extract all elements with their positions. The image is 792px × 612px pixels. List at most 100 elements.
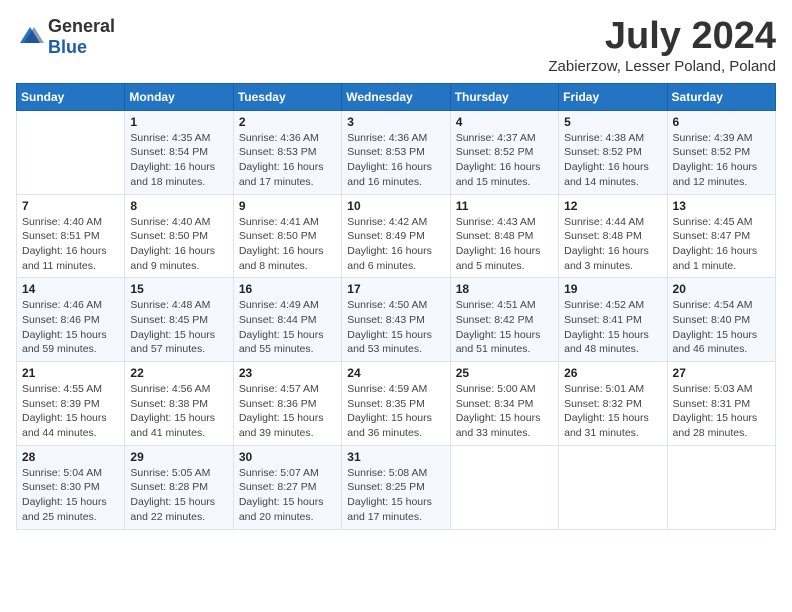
calendar-week-row: 7 Sunrise: 4:40 AM Sunset: 8:51 PM Daylig…	[17, 194, 776, 278]
calendar-cell: 3Sunrise: 4:36 AM Sunset: 8:53 PM Daylig…	[342, 110, 450, 194]
day-number: 28	[22, 450, 119, 464]
calendar-cell: 6Sunrise: 4:39 AM Sunset: 8:52 PM Daylig…	[667, 110, 775, 194]
calendar-cell: 9 Sunrise: 4:41 AM Sunset: 8:50 PM Daylig…	[233, 194, 341, 278]
calendar-cell: 5Sunrise: 4:38 AM Sunset: 8:52 PM Daylig…	[559, 110, 667, 194]
day-header-thursday: Thursday	[450, 83, 558, 110]
calendar-cell: 14Sunrise: 4:46 AM Sunset: 8:46 PM Dayli…	[17, 278, 125, 362]
calendar-cell: 10Sunrise: 4:42 AM Sunset: 8:49 PM Dayli…	[342, 194, 450, 278]
calendar-cell: 13 Sunrise: 4:45 AM Sunset: 8:47 PM Dayli…	[667, 194, 775, 278]
day-number: 13	[673, 199, 770, 213]
day-info: Sunrise: 4:36 AM Sunset: 8:53 PM Dayligh…	[347, 131, 444, 190]
day-number: 1	[130, 115, 227, 129]
calendar-cell: 11 Sunrise: 4:43 AM Sunset: 8:48 PM Dayli…	[450, 194, 558, 278]
day-info: Sunrise: 5:03 AM Sunset: 8:31 PM Dayligh…	[673, 382, 770, 441]
day-number: 11	[456, 199, 553, 213]
day-number: 16	[239, 282, 336, 296]
day-number: 26	[564, 366, 661, 380]
day-info: Sunrise: 4:59 AM Sunset: 8:35 PM Dayligh…	[347, 382, 444, 441]
day-header-friday: Friday	[559, 83, 667, 110]
calendar-cell: 4Sunrise: 4:37 AM Sunset: 8:52 PM Daylig…	[450, 110, 558, 194]
day-info: Sunrise: 4:38 AM Sunset: 8:52 PM Dayligh…	[564, 131, 661, 190]
calendar-cell: 24 Sunrise: 4:59 AM Sunset: 8:35 PM Dayli…	[342, 362, 450, 446]
logo-text: General Blue	[48, 16, 115, 58]
logo-general: General	[48, 16, 115, 36]
day-number: 31	[347, 450, 444, 464]
calendar-cell: 19Sunrise: 4:52 AM Sunset: 8:41 PM Dayli…	[559, 278, 667, 362]
day-header-monday: Monday	[125, 83, 233, 110]
day-number: 8	[130, 199, 227, 213]
calendar-cell	[559, 445, 667, 529]
day-number: 29	[130, 450, 227, 464]
day-number: 24	[347, 366, 444, 380]
day-info: Sunrise: 5:07 AM Sunset: 8:27 PM Dayligh…	[239, 466, 336, 525]
day-number: 9	[239, 199, 336, 213]
calendar-cell: 26 Sunrise: 5:01 AM Sunset: 8:32 PM Dayli…	[559, 362, 667, 446]
day-header-tuesday: Tuesday	[233, 83, 341, 110]
day-number: 7	[22, 199, 119, 213]
day-info: Sunrise: 4:43 AM Sunset: 8:48 PM Dayligh…	[456, 215, 553, 274]
calendar-cell	[17, 110, 125, 194]
calendar-cell: 23 Sunrise: 4:57 AM Sunset: 8:36 PM Dayli…	[233, 362, 341, 446]
day-number: 2	[239, 115, 336, 129]
calendar-cell	[450, 445, 558, 529]
title-section: July 2024 Zabierzow, Lesser Poland, Pola…	[548, 16, 776, 75]
day-info: Sunrise: 4:48 AM Sunset: 8:45 PM Dayligh…	[130, 298, 227, 357]
day-number: 10	[347, 199, 444, 213]
logo-icon	[16, 23, 44, 51]
logo-blue: Blue	[48, 37, 87, 57]
day-info: Sunrise: 4:55 AM Sunset: 8:39 PM Dayligh…	[22, 382, 119, 441]
day-info: Sunrise: 4:41 AM Sunset: 8:50 PM Dayligh…	[239, 215, 336, 274]
day-number: 30	[239, 450, 336, 464]
day-info: Sunrise: 4:51 AM Sunset: 8:42 PM Dayligh…	[456, 298, 553, 357]
calendar-week-row: 21 Sunrise: 4:55 AM Sunset: 8:39 PM Dayli…	[17, 362, 776, 446]
day-info: Sunrise: 4:45 AM Sunset: 8:47 PM Dayligh…	[673, 215, 770, 274]
calendar-cell	[667, 445, 775, 529]
day-number: 27	[673, 366, 770, 380]
calendar-header-row: SundayMondayTuesdayWednesdayThursdayFrid…	[17, 83, 776, 110]
day-info: Sunrise: 4:40 AM Sunset: 8:51 PM Dayligh…	[22, 215, 119, 274]
day-number: 19	[564, 282, 661, 296]
day-info: Sunrise: 4:46 AM Sunset: 8:46 PM Dayligh…	[22, 298, 119, 357]
calendar-cell: 25Sunrise: 5:00 AM Sunset: 8:34 PM Dayli…	[450, 362, 558, 446]
day-info: Sunrise: 4:54 AM Sunset: 8:40 PM Dayligh…	[673, 298, 770, 357]
day-info: Sunrise: 4:35 AM Sunset: 8:54 PM Dayligh…	[130, 131, 227, 190]
day-number: 20	[673, 282, 770, 296]
day-info: Sunrise: 5:04 AM Sunset: 8:30 PM Dayligh…	[22, 466, 119, 525]
calendar-cell: 8Sunrise: 4:40 AM Sunset: 8:50 PM Daylig…	[125, 194, 233, 278]
calendar-cell: 21 Sunrise: 4:55 AM Sunset: 8:39 PM Dayli…	[17, 362, 125, 446]
calendar-cell: 22Sunrise: 4:56 AM Sunset: 8:38 PM Dayli…	[125, 362, 233, 446]
calendar-cell: 12 Sunrise: 4:44 AM Sunset: 8:48 PM Dayli…	[559, 194, 667, 278]
day-number: 23	[239, 366, 336, 380]
calendar-cell: 16 Sunrise: 4:49 AM Sunset: 8:44 PM Dayli…	[233, 278, 341, 362]
day-info: Sunrise: 4:57 AM Sunset: 8:36 PM Dayligh…	[239, 382, 336, 441]
day-info: Sunrise: 5:01 AM Sunset: 8:32 PM Dayligh…	[564, 382, 661, 441]
calendar-cell: 20 Sunrise: 4:54 AM Sunset: 8:40 PM Dayli…	[667, 278, 775, 362]
day-header-saturday: Saturday	[667, 83, 775, 110]
day-number: 21	[22, 366, 119, 380]
calendar-week-row: 1 Sunrise: 4:35 AM Sunset: 8:54 PM Daylig…	[17, 110, 776, 194]
calendar-cell: 28 Sunrise: 5:04 AM Sunset: 8:30 PM Dayli…	[17, 445, 125, 529]
day-number: 15	[130, 282, 227, 296]
calendar-cell: 31Sunrise: 5:08 AM Sunset: 8:25 PM Dayli…	[342, 445, 450, 529]
calendar-week-row: 14Sunrise: 4:46 AM Sunset: 8:46 PM Dayli…	[17, 278, 776, 362]
header: General Blue July 2024 Zabierzow, Lesser…	[16, 16, 776, 75]
day-info: Sunrise: 4:50 AM Sunset: 8:43 PM Dayligh…	[347, 298, 444, 357]
day-number: 4	[456, 115, 553, 129]
day-number: 22	[130, 366, 227, 380]
calendar-cell: 30 Sunrise: 5:07 AM Sunset: 8:27 PM Dayli…	[233, 445, 341, 529]
day-number: 12	[564, 199, 661, 213]
calendar-table: SundayMondayTuesdayWednesdayThursdayFrid…	[16, 83, 776, 530]
calendar-cell: 15 Sunrise: 4:48 AM Sunset: 8:45 PM Dayli…	[125, 278, 233, 362]
calendar-cell: 7 Sunrise: 4:40 AM Sunset: 8:51 PM Daylig…	[17, 194, 125, 278]
day-header-wednesday: Wednesday	[342, 83, 450, 110]
calendar-cell: 27 Sunrise: 5:03 AM Sunset: 8:31 PM Dayli…	[667, 362, 775, 446]
day-info: Sunrise: 4:49 AM Sunset: 8:44 PM Dayligh…	[239, 298, 336, 357]
logo: General Blue	[16, 16, 115, 58]
day-info: Sunrise: 5:05 AM Sunset: 8:28 PM Dayligh…	[130, 466, 227, 525]
day-info: Sunrise: 4:44 AM Sunset: 8:48 PM Dayligh…	[564, 215, 661, 274]
calendar-subtitle: Zabierzow, Lesser Poland, Poland	[548, 58, 776, 75]
calendar-cell: 1 Sunrise: 4:35 AM Sunset: 8:54 PM Daylig…	[125, 110, 233, 194]
calendar-cell: 17Sunrise: 4:50 AM Sunset: 8:43 PM Dayli…	[342, 278, 450, 362]
calendar-cell: 2Sunrise: 4:36 AM Sunset: 8:53 PM Daylig…	[233, 110, 341, 194]
calendar-cell: 29 Sunrise: 5:05 AM Sunset: 8:28 PM Dayli…	[125, 445, 233, 529]
